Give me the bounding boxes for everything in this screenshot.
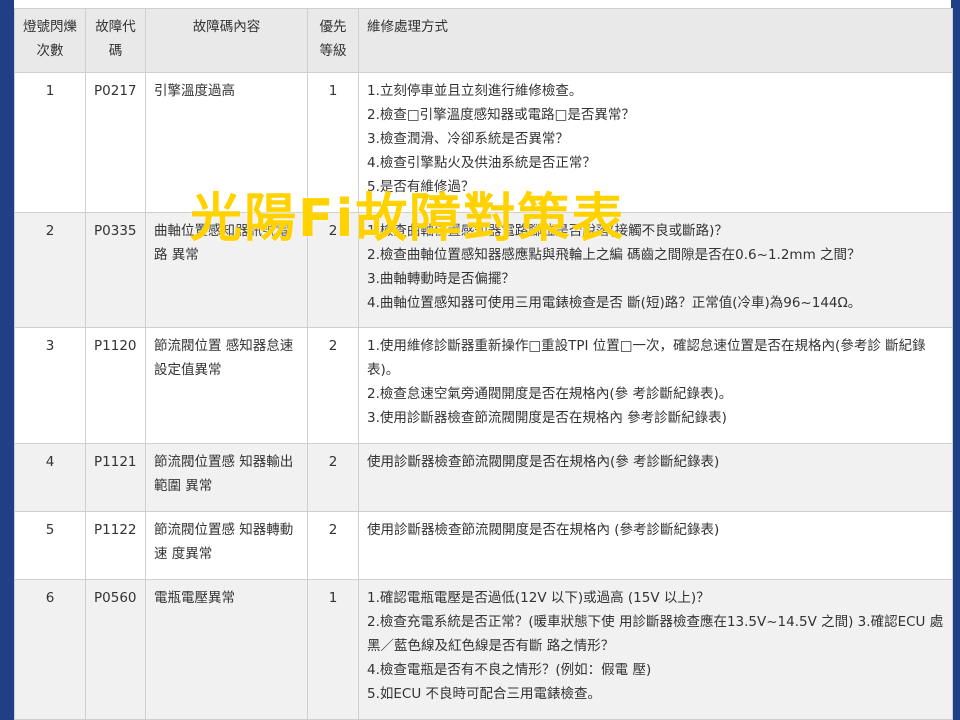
code-cell: P1122 <box>85 511 146 580</box>
repair-cell: 1.確認電瓶電壓是否過低(12V 以下)或過高 (15V 以上)？ 2.檢查充電… <box>358 579 953 720</box>
fault-code-table: 燈號閃爍次數 故障代碼 故障碼內容 優先等級 維修處理方式 1 P0217 引擎… <box>14 8 953 720</box>
blink-cell: 3 <box>14 327 86 444</box>
repair-line: 2.檢查充電系統是否正常？(暖車狀態下使 用診斷器檢查應在13.5V~14.5V… <box>367 614 944 654</box>
repair-cell: 1.使用維修診斷器重新操作□重設TPI 位置□一次，確認怠速位置是否在規格內(參… <box>358 327 953 444</box>
priority-cell: 2 <box>307 511 359 580</box>
header-code: 故障代碼 <box>85 8 146 73</box>
overlay-title-watermark: 光陽Fi故障對策表 <box>190 189 626 249</box>
priority-cell: 1 <box>307 579 359 720</box>
code-cell: P0560 <box>85 579 146 720</box>
blink-cell: 1 <box>14 72 86 213</box>
left-frame-border <box>0 0 14 720</box>
header-description: 故障碼內容 <box>145 8 308 73</box>
table-row: 6 P0560 電瓶電壓異常 1 1.確認電瓶電壓是否過低(12V 以下)或過高… <box>14 579 953 720</box>
priority-cell: 2 <box>307 443 359 512</box>
repair-line: 3.使用診斷器檢查節流閥開度是否在規格內 參考診斷紀錄表) <box>367 410 727 426</box>
repair-line: 使用診斷器檢查節流閥開度是否在規格內(參 考診斷紀錄表) <box>367 454 720 470</box>
table-row: 4 P1121 節流閥位置感 知器輸出範圍 異常 2 使用診斷器檢查節流閥開度是… <box>14 443 953 512</box>
repair-cell: 使用診斷器檢查節流閥開度是否在規格內 (參考診斷紀錄表) <box>358 511 953 580</box>
repair-line: 4.曲軸位置感知器可使用三用電錶檢查是否 斷(短)路？正常值(冷車)為96~14… <box>367 295 862 311</box>
blink-cell: 4 <box>14 443 86 512</box>
table-row: 5 P1122 節流閥位置感 知器轉動速 度異常 2 使用診斷器檢查節流閥開度是… <box>14 511 953 580</box>
description-cell: 節流閥位置 感知器怠速 設定值異常 <box>145 327 308 444</box>
blink-cell: 2 <box>14 212 86 328</box>
priority-cell: 2 <box>307 327 359 444</box>
table-row: 3 P1120 節流閥位置 感知器怠速 設定值異常 2 1.使用維修診斷器重新操… <box>14 327 953 444</box>
code-cell: P0335 <box>85 212 146 328</box>
repair-line: 1.立刻停車並且立刻進行維修檢查。 <box>367 83 583 99</box>
repair-line: 1.確認電瓶電壓是否過低(12V 以下)或過高 (15V 以上)？ <box>367 590 710 606</box>
repair-line: 5.如ECU 不良時可配合三用電錶檢查。 <box>367 686 602 702</box>
repair-line: 2.檢查□引擎溫度感知器或電路□是否異常？ <box>367 107 635 123</box>
table-header-row: 燈號閃爍次數 故障代碼 故障碼內容 優先等級 維修處理方式 <box>14 8 953 73</box>
code-cell: P0217 <box>85 72 146 213</box>
description-cell: 節流閥位置感 知器輸出範圍 異常 <box>145 443 308 512</box>
repair-line: 1.使用維修診斷器重新操作□重設TPI 位置□一次，確認怠速位置是否在規格內(參… <box>367 338 926 378</box>
header-blink-count: 燈號閃爍次數 <box>14 8 86 73</box>
repair-cell: 使用診斷器檢查節流閥開度是否在規格內(參 考診斷紀錄表) <box>358 443 953 512</box>
code-cell: P1120 <box>85 327 146 444</box>
repair-line: 4.檢查電瓶是否有不良之情形？(例如：假電 壓) <box>367 662 652 678</box>
header-priority: 優先等級 <box>307 8 359 73</box>
blink-cell: 6 <box>14 579 86 720</box>
repair-line: 3.曲軸轉動時是否偏擺？ <box>367 271 515 287</box>
code-cell: P1121 <box>85 443 146 512</box>
description-cell: 電瓶電壓異常 <box>145 579 308 720</box>
repair-line: 2.檢查怠速空氣旁通閥開度是否在規格內(參 考診斷紀錄表)。 <box>367 386 733 402</box>
repair-line: 使用診斷器檢查節流閥開度是否在規格內 (參考診斷紀錄表) <box>367 522 720 538</box>
repair-line: 3.檢查潤滑、冷卻系統是否異常？ <box>367 131 569 147</box>
description-cell: 節流閥位置感 知器轉動速 度異常 <box>145 511 308 580</box>
header-repair: 維修處理方式 <box>358 8 953 73</box>
blink-cell: 5 <box>14 511 86 580</box>
repair-line: 4.檢查引擎點火及供油系統是否正常？ <box>367 155 596 171</box>
